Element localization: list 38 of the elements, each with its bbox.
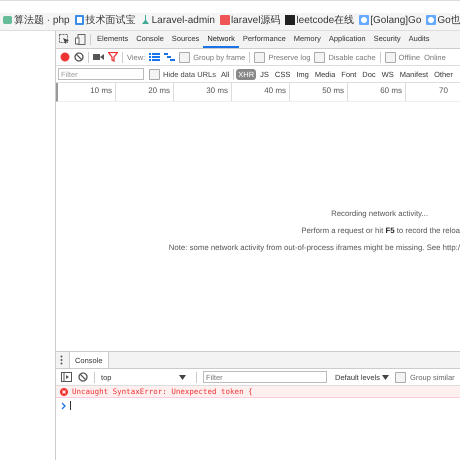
checkbox[interactable] bbox=[395, 372, 406, 382]
list-view-icon[interactable] bbox=[149, 52, 160, 62]
device-icon[interactable] bbox=[75, 34, 86, 45]
caret-icon bbox=[179, 374, 186, 380]
inspect-icon[interactable] bbox=[59, 34, 70, 45]
clear-icon[interactable] bbox=[78, 372, 88, 382]
bookmark[interactable]: 算法题 · php bbox=[2, 13, 70, 27]
checkbox[interactable] bbox=[179, 52, 190, 62]
prompt-icon bbox=[61, 402, 66, 410]
tick-label: 20 ms bbox=[148, 86, 170, 97]
more-icon[interactable] bbox=[60, 355, 63, 365]
bookmark[interactable]: Laravel-admin bbox=[140, 14, 215, 26]
bookmark[interactable]: [Golang]Go bbox=[358, 14, 422, 26]
bookmark-icon bbox=[140, 14, 151, 26]
bookmark[interactable]: laravel源码 bbox=[218, 13, 280, 27]
bookmark-icon bbox=[218, 14, 230, 26]
tick-label: 30 ms bbox=[206, 86, 228, 97]
tick-label: 70 bbox=[439, 86, 448, 97]
tick-label: 60 ms bbox=[380, 86, 402, 97]
record-icon[interactable] bbox=[60, 52, 70, 62]
checkbox[interactable] bbox=[149, 68, 160, 80]
checkbox[interactable] bbox=[254, 52, 266, 62]
checkbox[interactable] bbox=[314, 52, 326, 62]
tick-label: 10 ms bbox=[90, 86, 112, 97]
checkbox[interactable] bbox=[384, 52, 396, 62]
filter-icon[interactable] bbox=[108, 52, 118, 62]
bookmark[interactable]: leetcode在线 bbox=[284, 13, 354, 27]
error-icon bbox=[60, 388, 68, 396]
tick-label: 50 ms bbox=[322, 86, 344, 97]
bookmark[interactable]: 技术面试宝 bbox=[74, 13, 136, 27]
sidebar-toggle-icon[interactable] bbox=[61, 372, 72, 382]
waterfall-icon[interactable] bbox=[164, 52, 176, 62]
camera-icon[interactable] bbox=[93, 52, 104, 62]
clear-icon[interactable] bbox=[74, 52, 84, 62]
bookmark-icon bbox=[284, 14, 296, 26]
tick-label: 40 ms bbox=[264, 86, 286, 97]
bookmark-icon bbox=[2, 14, 13, 26]
caret-icon bbox=[382, 374, 390, 380]
